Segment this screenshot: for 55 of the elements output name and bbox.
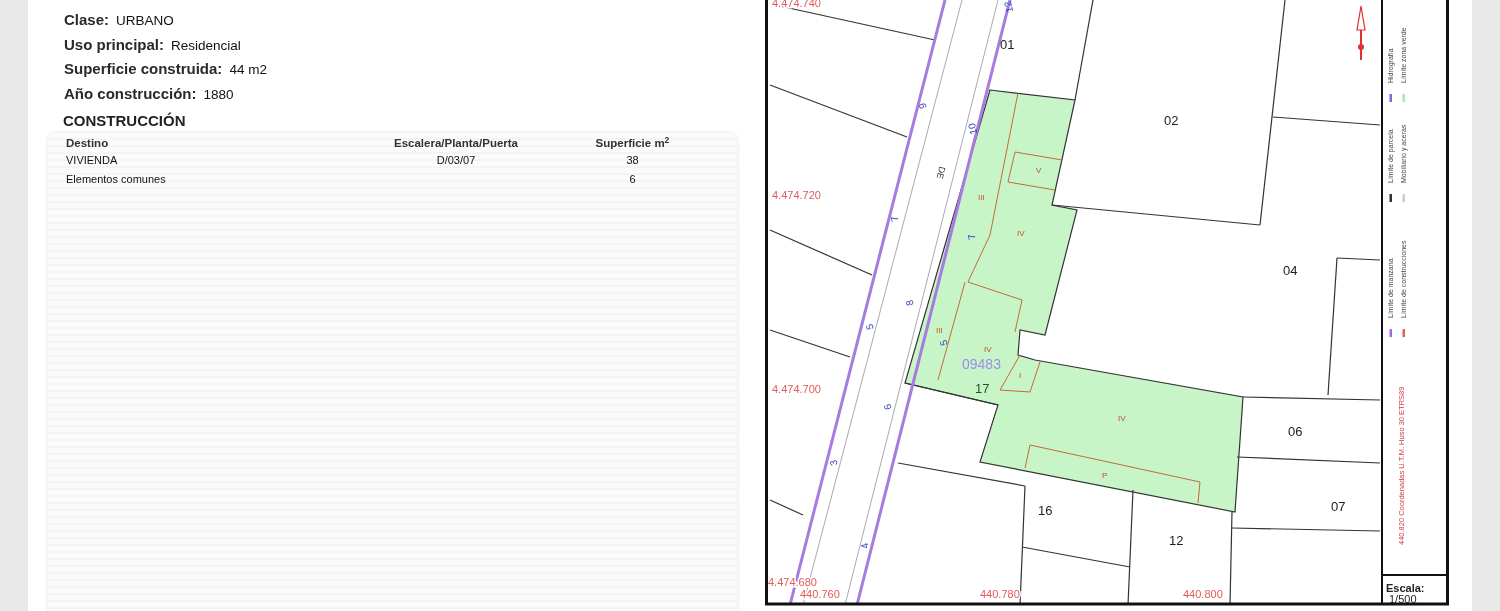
field-label: Uso principal: bbox=[64, 34, 164, 55]
column-header: Escalera/Planta/Puerta bbox=[393, 136, 519, 151]
coordinate-label: 4.474.700 bbox=[772, 383, 821, 395]
field-value: 44 m2 bbox=[229, 61, 267, 79]
street-number: 3 bbox=[827, 458, 840, 467]
street-number: 10 bbox=[965, 122, 980, 136]
parcel-number: 16 bbox=[1038, 503, 1053, 518]
table-cell: D/03/07 bbox=[436, 154, 476, 166]
street-number: 4 bbox=[858, 541, 871, 550]
column-header: Destino bbox=[66, 136, 110, 151]
parcel-number: 06 bbox=[1288, 424, 1303, 439]
parcel-number: 02 bbox=[1164, 113, 1179, 128]
building-label: P bbox=[1102, 471, 1108, 480]
building-label: I bbox=[1019, 371, 1022, 380]
street-number: 8 bbox=[903, 298, 916, 307]
building-label: III bbox=[978, 193, 985, 202]
coordinate-label: 440.760 bbox=[800, 588, 840, 600]
scale-value: 1/500 bbox=[1389, 593, 1417, 605]
field-label: Superficie construida: bbox=[64, 59, 223, 79]
field-label: Clase: bbox=[64, 10, 110, 30]
section-title: CONSTRUCCIÓN bbox=[62, 111, 187, 131]
cadastral-reference: 09483 bbox=[962, 356, 1001, 372]
scale-label: Escala: bbox=[1386, 582, 1425, 594]
column-header: Superficie m$^{2}$ bbox=[594, 136, 671, 151]
street-number: 5 bbox=[863, 322, 876, 331]
coordinate-label: 4.474.740 bbox=[772, 0, 821, 9]
building-label: IV bbox=[1118, 414, 1126, 423]
table-cell: VIVIENDA bbox=[66, 154, 118, 166]
parcel-number: 17 bbox=[975, 381, 990, 396]
coordinate-label: 440.800 bbox=[1183, 588, 1223, 600]
coordinate-label: 4.474.720 bbox=[772, 189, 821, 201]
street-number: 6 bbox=[881, 402, 894, 411]
field-value: 1880 bbox=[203, 85, 234, 104]
parcel-number: 04 bbox=[1283, 263, 1298, 278]
field-label: Año construcción: bbox=[64, 83, 197, 104]
table-cell: 6 bbox=[629, 173, 636, 185]
parcel-number: 07 bbox=[1331, 499, 1346, 514]
street-number: 5 bbox=[937, 338, 950, 347]
street-number: 12 bbox=[1001, 0, 1016, 14]
table-cell: 38 bbox=[626, 154, 639, 166]
building-label: III bbox=[936, 326, 943, 335]
street-number: 7 bbox=[965, 232, 978, 241]
field-value: Residencial bbox=[171, 36, 241, 55]
table-cell: Elementos comunes bbox=[66, 173, 166, 185]
parcel-number: 01 bbox=[1000, 37, 1015, 52]
street-name: DE bbox=[934, 165, 948, 180]
field-value: URBANO bbox=[116, 12, 174, 30]
coordinate-label: 440.780 bbox=[980, 588, 1020, 600]
building-label: V bbox=[1036, 166, 1042, 175]
building-label: IV bbox=[984, 345, 992, 354]
street-number: 9 bbox=[916, 101, 929, 110]
parcel-number: 12 bbox=[1169, 533, 1184, 548]
street-number: 7 bbox=[888, 214, 901, 223]
north-arrow-icon bbox=[1356, 5, 1366, 61]
building-label: IV bbox=[1017, 229, 1025, 238]
